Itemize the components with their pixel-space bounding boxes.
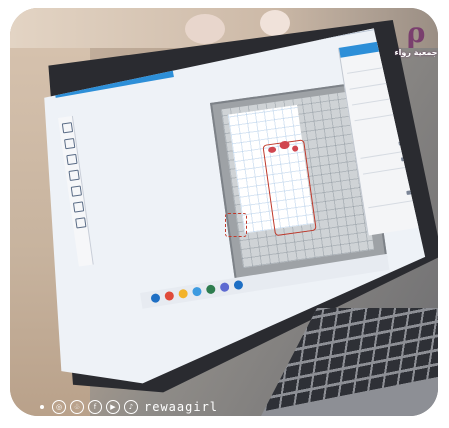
- start-icon[interactable]: [150, 292, 161, 304]
- edit-points-icon[interactable]: [64, 137, 76, 150]
- app-icon[interactable]: [233, 279, 244, 291]
- snapchat-icon: ♧: [70, 400, 84, 414]
- browser-icon[interactable]: [164, 290, 175, 302]
- facebook-icon: f: [88, 400, 102, 414]
- app-icon[interactable]: [205, 284, 216, 295]
- design-detail: [279, 140, 291, 150]
- bullet: [40, 405, 44, 409]
- photo-frame: Silhouette Studio®: [0, 0, 449, 428]
- line-tool-icon[interactable]: [66, 153, 78, 166]
- tiktok-icon: ♪: [124, 400, 138, 414]
- app-icon[interactable]: [219, 282, 230, 293]
- background-blob: [185, 14, 225, 44]
- knife-tool-icon[interactable]: [75, 217, 87, 229]
- design-detail: [267, 146, 277, 154]
- instagram-icon: ◎: [52, 400, 66, 414]
- logo-symbol-icon: ρ: [406, 16, 426, 49]
- design-copy[interactable]: [225, 213, 247, 237]
- pointer-tool-icon[interactable]: [61, 122, 74, 134]
- design-detail: [291, 145, 299, 152]
- text-tool-icon[interactable]: [70, 185, 83, 197]
- shape-tool-icon[interactable]: [68, 169, 80, 181]
- files-icon[interactable]: [191, 286, 203, 297]
- organization-logo: ρ جمعية رواء: [392, 18, 440, 98]
- social-handle: rewaagirl: [144, 400, 219, 414]
- background-blob: [260, 10, 290, 36]
- laptop-photo: Silhouette Studio®: [10, 8, 438, 416]
- youtube-icon: ▶: [106, 400, 120, 414]
- design-outline[interactable]: [262, 139, 317, 237]
- logo-text: جمعية رواء: [394, 48, 438, 57]
- tool-panel: [58, 115, 94, 267]
- chrome-icon[interactable]: [178, 288, 189, 299]
- social-footer: ◎ ♧ f ▶ ♪ rewaagirl: [40, 398, 218, 416]
- eraser-tool-icon[interactable]: [72, 201, 85, 213]
